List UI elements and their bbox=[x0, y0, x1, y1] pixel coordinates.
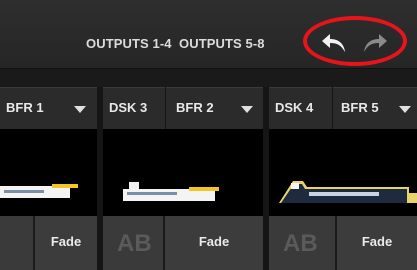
output-toolbar: OUTPUTS 1-4 OUTPUTS 5-8 bbox=[0, 0, 417, 69]
buffer-selector-3[interactable]: DSK 4 BFR 5 bbox=[269, 87, 417, 129]
output-preview-3 bbox=[269, 129, 417, 216]
fade-label-3: Fade bbox=[361, 234, 393, 249]
output-preview-2 bbox=[103, 129, 263, 216]
buffer-label-3: BFR 5 bbox=[341, 100, 379, 115]
ab-button-2[interactable]: AB bbox=[103, 216, 163, 270]
buffer-label-2: BFR 2 bbox=[176, 100, 214, 115]
fade-label-2: Fade bbox=[198, 234, 230, 249]
dsk-label-2: DSK 3 bbox=[109, 100, 148, 115]
buffer-selector-2[interactable]: DSK 3 BFR 2 bbox=[103, 87, 263, 129]
undo-arrow-icon bbox=[322, 34, 345, 52]
tab-outputs-1-4[interactable]: OUTPUTS 1-4 bbox=[86, 36, 172, 51]
selector-divider bbox=[332, 87, 333, 129]
redo-button[interactable] bbox=[361, 31, 389, 55]
preview-thumbnail-1 bbox=[0, 184, 78, 198]
output-preview-1 bbox=[0, 129, 97, 216]
chevron-down-icon bbox=[399, 106, 411, 113]
fade-label-1: Fade bbox=[50, 234, 82, 249]
chevron-down-icon bbox=[241, 106, 253, 113]
toolbar-gap bbox=[0, 69, 417, 87]
ab-button-1[interactable] bbox=[0, 216, 33, 270]
redo-arrow-icon bbox=[364, 34, 387, 52]
buffer-label-1: BFR 1 bbox=[6, 100, 44, 115]
ab-transition-icon: AB bbox=[283, 230, 318, 257]
selector-divider bbox=[165, 87, 166, 129]
preview-thumbnail-2 bbox=[123, 182, 219, 201]
fade-button-2[interactable]: Fade bbox=[163, 216, 263, 270]
preview-thumbnail-3 bbox=[279, 181, 417, 203]
ab-button-3[interactable]: AB bbox=[269, 216, 335, 270]
tab-outputs-5-8[interactable]: OUTPUTS 5-8 bbox=[179, 36, 265, 51]
buffer-selector-1[interactable]: BFR 1 bbox=[0, 87, 97, 129]
ab-transition-icon: AB bbox=[117, 230, 152, 257]
chevron-down-icon bbox=[74, 106, 86, 113]
fade-button-1[interactable]: Fade bbox=[33, 216, 97, 270]
undo-button[interactable] bbox=[320, 31, 348, 55]
dsk-label-3: DSK 4 bbox=[275, 100, 314, 115]
fade-button-3[interactable]: Fade bbox=[335, 216, 417, 270]
